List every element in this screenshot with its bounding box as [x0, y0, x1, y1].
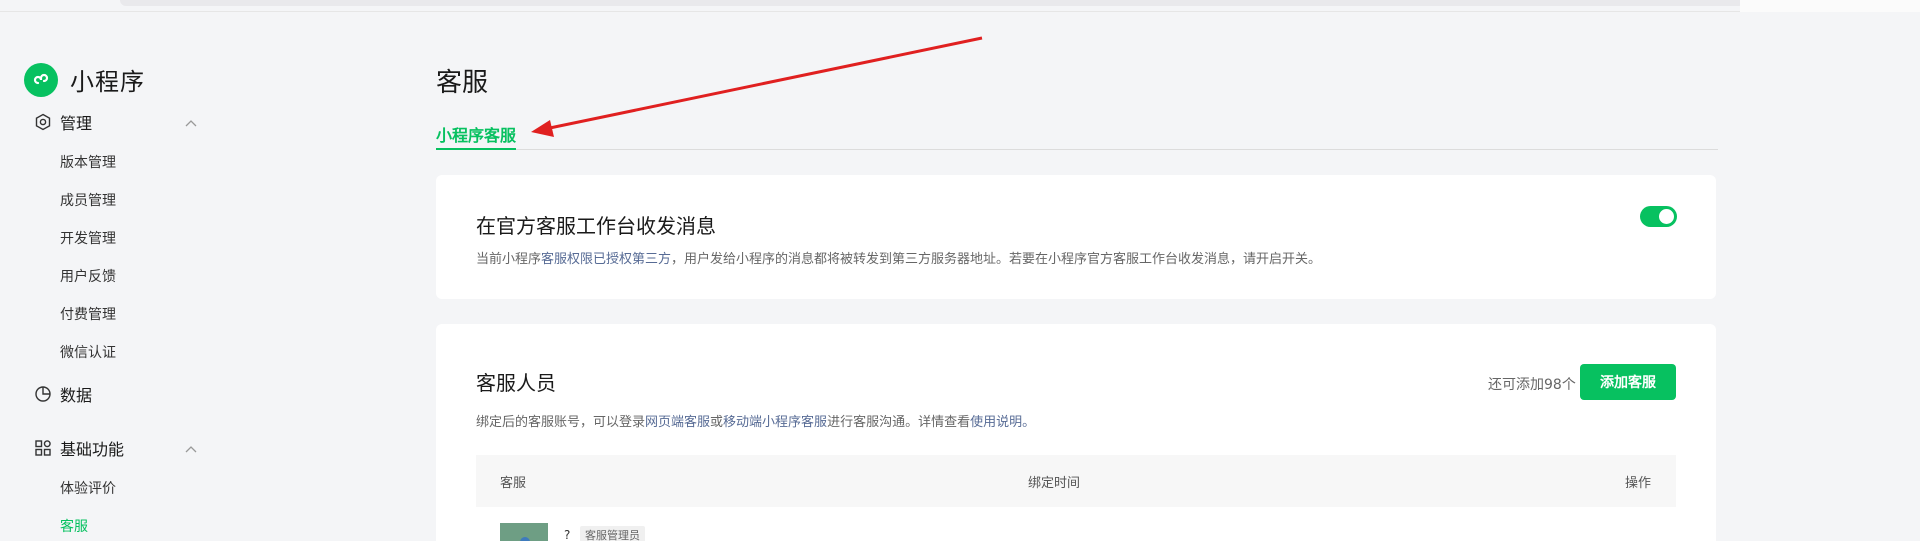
desc-text: 绑定后的客服账号，可以登录 — [476, 415, 646, 430]
table-row: ? 客服管理员 — [476, 523, 1676, 541]
grid-apps-icon — [34, 439, 52, 457]
sidebar-item-version[interactable]: 版本管理 — [60, 152, 116, 172]
nav-group-basic[interactable]: 基础功能 — [34, 436, 204, 460]
column-header-actions: 操作 — [1625, 476, 1652, 491]
card-description: 当前小程序客服权限已授权第三方，用户发给小程序的消息都将被转发到第三方服务器地址… — [476, 248, 1321, 267]
sidebar-item-members[interactable]: 成员管理 — [60, 190, 116, 210]
sidebar-item-payment[interactable]: 付费管理 — [60, 304, 116, 324]
sidebar-item-verification[interactable]: 微信认证 — [60, 342, 116, 362]
card-description: 绑定后的客服账号，可以登录网页端客服或移动端小程序客服进行客服沟通。详情查看使用… — [476, 411, 1035, 430]
sidebar-item-feedback[interactable]: 用户反馈 — [60, 266, 116, 286]
nav-group-manage[interactable]: 管理 — [34, 110, 204, 134]
mobile-service-link[interactable]: 移动端小程序客服 — [723, 415, 827, 430]
remaining-count: 还可添加98个 — [1488, 377, 1576, 393]
authorized-third-party-link[interactable]: 客服权限已授权第三方 — [541, 252, 671, 267]
browser-top-bar — [0, 0, 1920, 12]
desc-text: ，用户发给小程序的消息都将被转发到第三方服务器地址。若要在小程序官方客服工作台收… — [671, 252, 1322, 267]
add-service-button[interactable]: 添加客服 — [1580, 364, 1676, 400]
sidebar-item-rating[interactable]: 体验评价 — [60, 478, 116, 498]
service-staff-card: 客服人员 绑定后的客服账号，可以登录网页端客服或移动端小程序客服进行客服沟通。详… — [436, 324, 1716, 541]
web-service-link[interactable]: 网页端客服 — [645, 415, 710, 430]
role-badge: 客服管理员 — [580, 526, 645, 541]
card-title: 客服人员 — [476, 371, 556, 395]
arrow-line — [544, 36, 983, 131]
usage-guide-link[interactable]: 使用说明 — [970, 415, 1022, 430]
page-title: 客服 — [436, 68, 489, 98]
workbench-settings-card: 在官方客服工作台收发消息 当前小程序客服权限已授权第三方，用户发给小程序的消息都… — [436, 175, 1716, 299]
nav-group-label: 数据 — [60, 386, 93, 405]
desc-text: 或 — [710, 415, 724, 430]
sidebar-item-customer-service[interactable]: 客服 — [60, 516, 88, 536]
nav-group-label: 基础功能 — [60, 440, 125, 459]
address-bar[interactable] — [120, 0, 1745, 6]
desc-text: 进行客服沟通。详情查看 — [827, 415, 971, 430]
tab-bar: 小程序客服 — [436, 122, 1718, 150]
chevron-up-icon — [184, 114, 198, 133]
card-title: 在官方客服工作台收发消息 — [476, 214, 716, 238]
table-header: 客服 绑定时间 操作 — [476, 455, 1676, 507]
desc-end: 。 — [1022, 415, 1036, 430]
chevron-up-icon — [184, 440, 198, 459]
tab-miniprogram-service[interactable]: 小程序客服 — [436, 122, 517, 150]
avatar — [500, 523, 548, 541]
service-name: ? — [564, 528, 571, 541]
nav-group-label: 管理 — [60, 114, 93, 133]
app-name: 小程序 — [70, 68, 145, 96]
desc-text: 当前小程序 — [476, 252, 542, 267]
avatar-mark — [520, 537, 530, 541]
toggle-knob — [1659, 209, 1674, 224]
column-header-service: 客服 — [500, 476, 527, 491]
top-bar-edge — [1740, 0, 1920, 12]
miniprogram-logo-icon — [24, 62, 58, 97]
column-header-bind-time: 绑定时间 — [1028, 476, 1081, 491]
app-logo[interactable]: 小程序 — [24, 62, 145, 97]
hexagon-settings-icon — [34, 113, 52, 131]
workbench-toggle[interactable] — [1640, 206, 1677, 227]
sidebar-item-development[interactable]: 开发管理 — [60, 228, 116, 248]
pie-chart-icon — [34, 385, 52, 403]
nav-group-data[interactable]: 数据 — [34, 382, 204, 406]
